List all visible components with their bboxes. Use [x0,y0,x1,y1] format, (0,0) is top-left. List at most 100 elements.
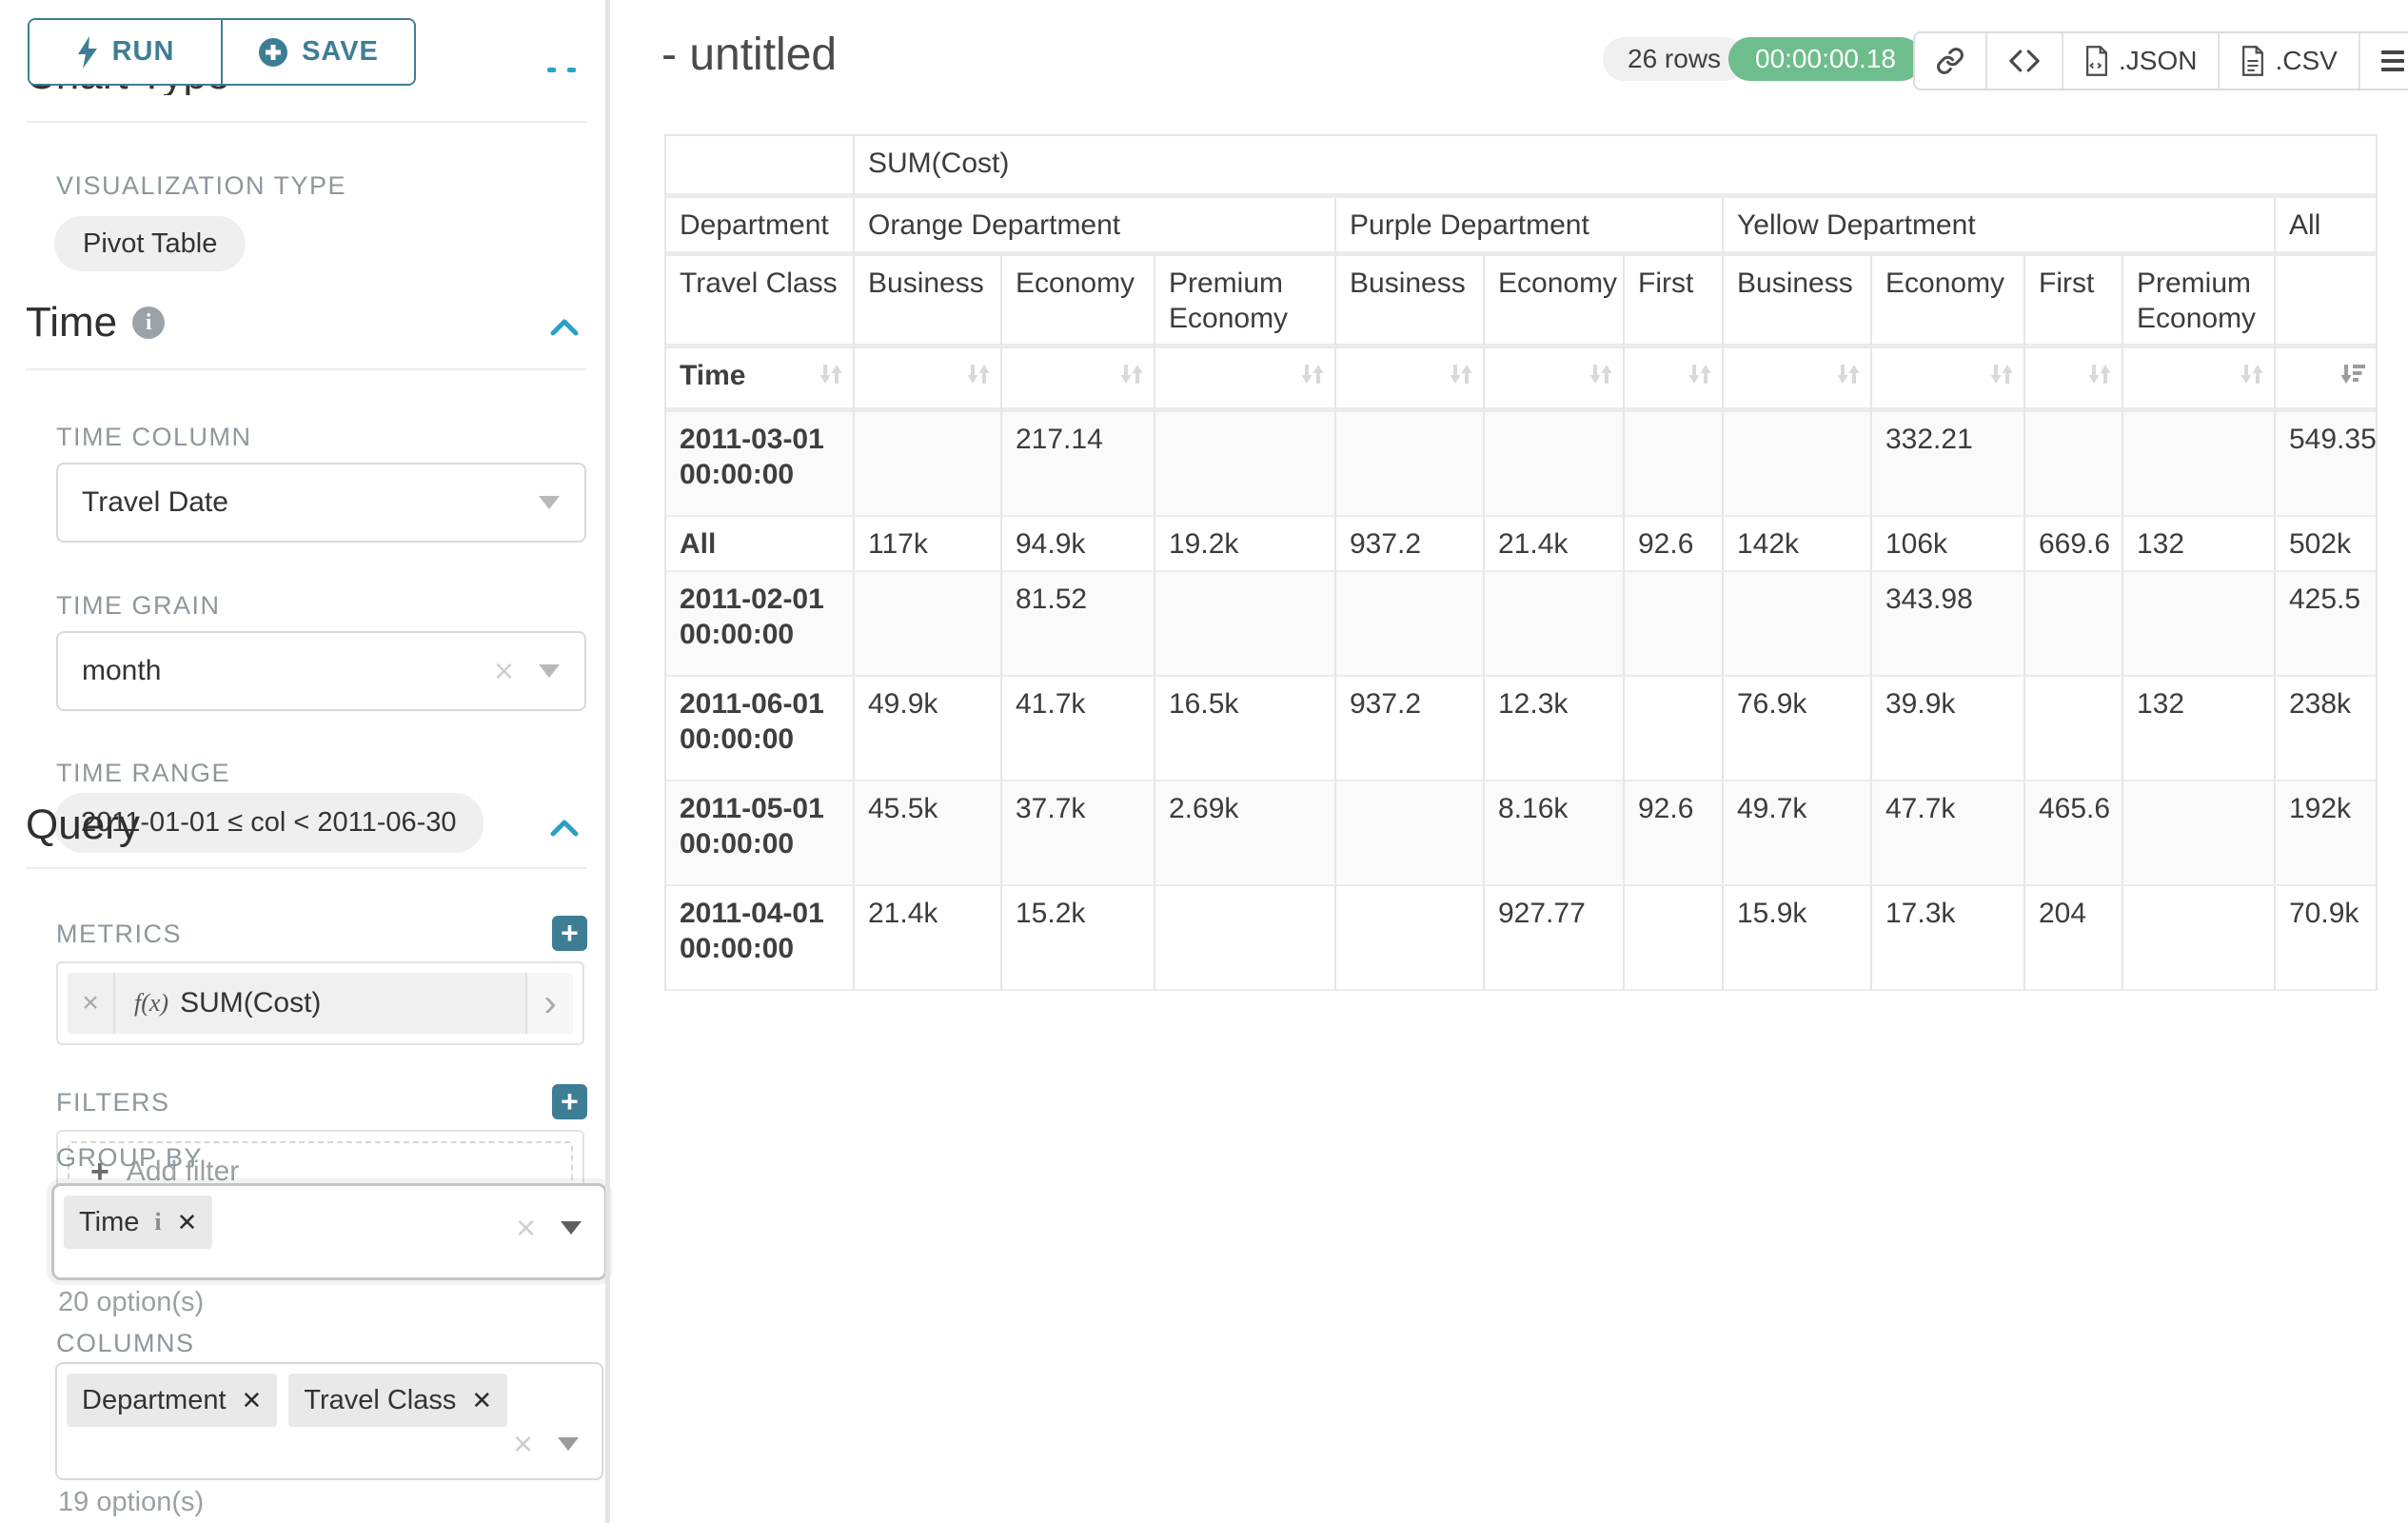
sort-icon[interactable] [1119,360,1144,395]
menu-button[interactable] [2359,33,2408,89]
sort-icon[interactable] [1300,360,1325,395]
pivot-value-cell [855,412,1002,517]
sortable-column-header[interactable] [1155,348,1336,412]
pivot-value-cell: 117k [855,517,1002,572]
metric-pill[interactable]: × f(x) SUM(Cost) › [68,973,573,1034]
pivot-col-header: First [2025,256,2123,348]
pivot-value-cell: 92.6 [1625,517,1724,572]
pivot-value-cell: 132 [2123,517,2276,572]
pivot-row-label: 2011-03-01 00:00:00 [666,412,855,517]
add-filter-plus-button[interactable]: + [552,1084,587,1119]
columns-tag[interactable]: Travel Class ✕ [288,1374,507,1427]
remove-tag-icon[interactable]: ✕ [242,1386,263,1415]
sortable-column-header[interactable] [855,348,1002,412]
pivot-value-cell: 37.7k [1002,781,1155,886]
sort-icon[interactable] [1449,360,1473,395]
pivot-data-row: All117k94.9k19.2k937.221.4k92.6142k106k6… [666,517,2378,572]
code-icon [2008,48,2041,74]
info-icon[interactable]: i [154,1208,161,1236]
add-metric-button[interactable]: + [552,916,587,951]
viz-type-pill[interactable]: Pivot Table [54,216,246,271]
sortable-column-header[interactable] [1872,348,2025,412]
view-query-button[interactable] [1985,33,2062,89]
collapse-time-section[interactable] [550,318,579,337]
clear-icon[interactable]: × [494,654,514,688]
caret-down-icon[interactable] [561,1221,582,1235]
sort-icon[interactable] [1836,360,1861,395]
sortable-column-header[interactable] [1625,348,1724,412]
pivot-row-label: All [666,517,855,572]
pivot-value-cell [2025,572,2123,677]
metric-container: × f(x) SUM(Cost) › [56,961,584,1045]
panel-scrollbar[interactable] [605,0,610,1523]
pivot-value-cell [1485,412,1625,517]
clear-icon[interactable]: × [516,1211,536,1245]
pivot-value-cell: 465.6 [2025,781,2123,886]
sortable-column-header[interactable] [2025,348,2123,412]
clear-icon[interactable]: × [513,1427,533,1461]
run-button[interactable]: RUN [30,20,221,84]
sort-icon[interactable] [1688,360,1712,395]
time-column-value: Travel Date [82,486,539,519]
group-by-tag[interactable]: Time i ✕ [64,1196,212,1249]
filters-label: FILTERS [56,1088,170,1118]
pivot-value-cell: 47.7k [1872,781,2025,886]
caret-down-icon[interactable] [539,496,560,509]
sort-descending-header[interactable] [2276,348,2378,412]
pivot-col-header: Business [1724,256,1872,348]
pivot-value-cell [1625,572,1724,677]
pivot-data-row: 2011-04-01 00:00:0021.4k15.2k927.7715.9k… [666,886,2378,991]
save-button[interactable]: SAVE [221,20,414,84]
pivot-value-cell: 45.5k [855,781,1002,886]
sortable-column-header[interactable] [1724,348,1872,412]
pivot-col-header: Premium Economy [2123,256,2276,348]
sort-descending-icon[interactable] [2339,360,2366,395]
columns-select[interactable]: Department ✕ Travel Class ✕ × [55,1362,603,1480]
pivot-value-cell: 16.5k [1155,677,1336,781]
sort-icon[interactable] [2240,360,2264,395]
chart-title[interactable]: - untitled [661,29,837,81]
columns-options-hint: 19 option(s) [58,1487,204,1518]
sort-icon[interactable] [1589,360,1613,395]
sort-icon[interactable] [1989,360,2014,395]
caret-down-icon[interactable] [539,664,560,678]
query-section-heading: Query [26,801,140,849]
sortable-column-header[interactable] [2123,348,2276,412]
time-column-select[interactable]: Travel Date [56,463,586,543]
metric-name: SUM(Cost) [180,987,321,1019]
caret-down-icon[interactable] [558,1437,579,1451]
pivot-row-dimension-header[interactable]: Time [666,348,855,412]
pivot-group-header: All [2276,198,2378,256]
query-timer-badge: 00:00:00.18 [1728,37,1923,81]
share-link-button[interactable] [1915,33,1985,89]
time-grain-select[interactable]: month × [56,631,586,711]
hamburger-icon [2381,50,2404,71]
collapse-query-section[interactable] [550,819,579,838]
divider [26,867,587,869]
sort-icon[interactable] [966,360,991,395]
export-json-button[interactable]: .JSON [2062,33,2218,89]
pivot-value-cell: 94.9k [1002,517,1155,572]
sortable-column-header[interactable] [1336,348,1485,412]
remove-metric-icon[interactable]: × [68,973,115,1034]
sort-icon[interactable] [819,360,843,395]
sortable-column-header[interactable] [1485,348,1625,412]
edit-metric-chevron[interactable]: › [525,973,573,1034]
info-icon[interactable]: i [132,307,165,339]
pivot-value-cell: 343.98 [1872,572,2025,677]
pivot-value-cell [1336,886,1485,991]
sort-icon[interactable] [2087,360,2112,395]
pivot-col-header: Economy [1485,256,1625,348]
sortable-column-header[interactable] [1002,348,1155,412]
fx-icon: f(x) [134,989,168,1018]
remove-tag-icon[interactable]: ✕ [177,1208,198,1237]
pivot-data-row: 2011-06-01 00:00:0049.9k41.7k16.5k937.21… [666,677,2378,781]
pivot-value-cell: 76.9k [1724,677,1872,781]
export-csv-button[interactable]: .CSV [2218,33,2358,89]
columns-tag[interactable]: Department ✕ [67,1374,277,1427]
superset-explore-view: Chart Type RUN SAVE VISUALIZATION TYPE P… [0,0,2408,1523]
group-by-select[interactable]: Time i ✕ × [51,1183,607,1280]
time-column-label: TIME COLUMN [56,423,252,452]
control-panel: Chart Type RUN SAVE VISUALIZATION TYPE P… [0,0,619,1523]
remove-tag-icon[interactable]: ✕ [471,1386,492,1415]
